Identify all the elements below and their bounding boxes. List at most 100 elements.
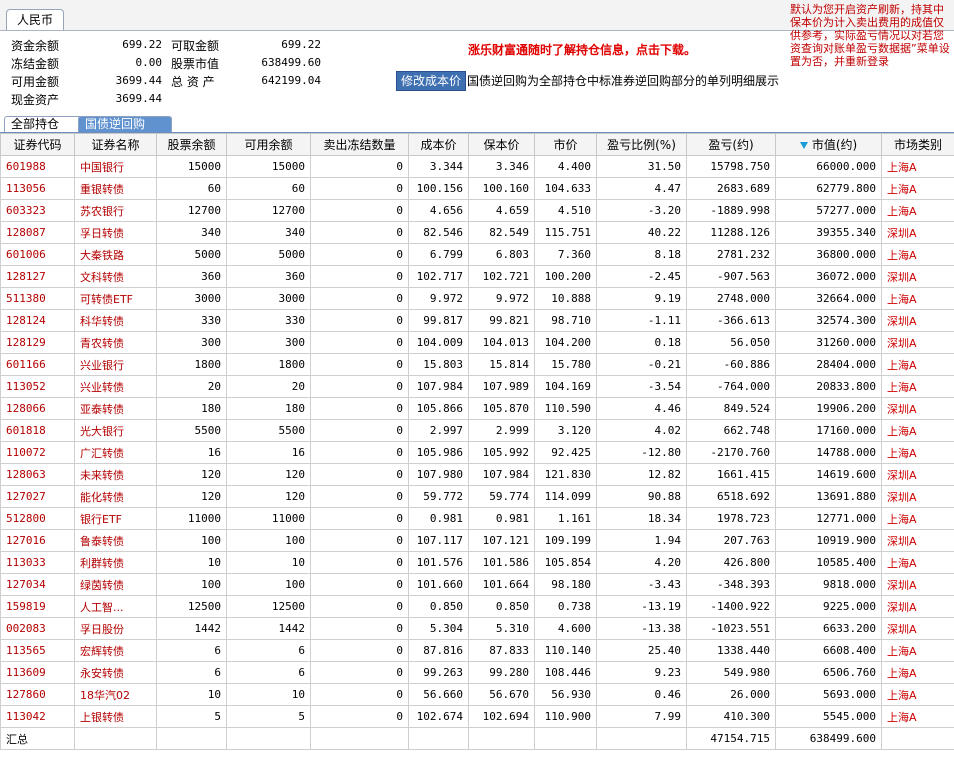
table-row[interactable]: 113565 宏辉转债 6 6 0 87.816 87.833 110.140 25.40 133…	[0, 639, 954, 662]
market-type: 深圳A	[881, 617, 954, 640]
market-type: 深圳A	[881, 595, 954, 618]
table-row[interactable]: 601006 大秦铁路 5000 5000 0 6.799 6.803 7.360 8.18 27…	[0, 243, 954, 266]
market-value: 62779.800	[775, 177, 882, 200]
market-price: 7.360	[534, 243, 597, 266]
table-row[interactable]: 128063 未来转债 120 120 0 107.980 107.984 121.830 12…	[0, 463, 954, 486]
tab-all-holdings[interactable]: 全部持仓	[4, 116, 88, 132]
pnl-amount: 849.524	[686, 397, 776, 420]
col-header-pnl[interactable]: 盈亏(约)	[686, 133, 776, 156]
table-row[interactable]: 601166 兴业银行 1800 1800 0 15.803 15.814 15.780 -0.…	[0, 353, 954, 376]
table-row[interactable]: 002083 孚日股份 1442 1442 0 5.304 5.310 4.600 -13.38…	[0, 617, 954, 640]
pnl-amount: 662.748	[686, 419, 776, 442]
table-row[interactable]: 127027 能化转债 120 120 0 59.772 59.774 114.099 90.8…	[0, 485, 954, 508]
cash-balance-label: 资金余额	[11, 39, 60, 53]
table-row[interactable]: 601988 中国银行 15000 15000 0 3.344 3.346 4.400 31.5…	[0, 155, 954, 178]
available-balance: 6	[226, 639, 311, 662]
market-type: 上海A	[881, 705, 954, 728]
security-code: 127016	[0, 529, 75, 552]
pnl-percent: -0.21	[596, 353, 687, 376]
table-row[interactable]: 113052 兴业转债 20 20 0 107.984 107.989 104.169 -3.5…	[0, 375, 954, 398]
col-header-market[interactable]: 市场类别	[881, 133, 954, 156]
table-row[interactable]: 127034 绿茵转债 100 100 0 101.660 101.664 98.180 -3.…	[0, 573, 954, 596]
pnl-amount: 15798.750	[686, 155, 776, 178]
sell-frozen-qty: 0	[310, 243, 409, 266]
security-code: 113565	[0, 639, 75, 662]
app-download-link[interactable]: 涨乐财富通随时了解持仓信息，点击下载。	[468, 41, 696, 58]
market-price: 104.169	[534, 375, 597, 398]
market-value: 6506.760	[775, 661, 882, 684]
sell-frozen-qty: 0	[310, 287, 409, 310]
col-header-pnl-pct[interactable]: 盈亏比例(%)	[596, 133, 687, 156]
tab-treasury-repo[interactable]: 国债逆回购	[78, 116, 172, 132]
table-row[interactable]: 128129 青农转债 300 300 0 104.009 104.013 104.200 0.…	[0, 331, 954, 354]
market-value: 13691.880	[775, 485, 882, 508]
market-type: 上海A	[881, 375, 954, 398]
col-header-market-value[interactable]: 市值(约)	[775, 133, 882, 156]
security-name: 孚日转债	[74, 221, 157, 244]
table-row[interactable]: 128124 科华转债 330 330 0 99.817 99.821 98.710 -1.11…	[0, 309, 954, 332]
col-header-name[interactable]: 证券名称	[74, 133, 157, 156]
cost-price: 82.546	[408, 221, 469, 244]
pnl-amount: -60.886	[686, 353, 776, 376]
breakeven-price: 0.850	[468, 595, 535, 618]
market-type: 深圳A	[881, 265, 954, 288]
pnl-amount: -1889.998	[686, 199, 776, 222]
cost-price: 5.304	[408, 617, 469, 640]
table-row[interactable]: 128087 孚日转债 340 340 0 82.546 82.549 115.751 40.2…	[0, 221, 954, 244]
table-row[interactable]: 603323 苏农银行 12700 12700 0 4.656 4.659 4.510 -3.2…	[0, 199, 954, 222]
market-value: 32664.000	[775, 287, 882, 310]
breakeven-price: 107.121	[468, 529, 535, 552]
table-row[interactable]: 127016 鲁泰转债 100 100 0 107.117 107.121 109.199 1.…	[0, 529, 954, 552]
pnl-percent: 4.46	[596, 397, 687, 420]
market-price: 10.888	[534, 287, 597, 310]
market-price: 115.751	[534, 221, 597, 244]
refresh-notice: 默认为您开启资产刷新，持其中保本价为计入卖出费用的成值仅供参考，实际盈亏情况以对…	[790, 3, 950, 68]
table-row[interactable]: 159819 人工智... 12500 12500 0 0.850 0.850 0.738 -1…	[0, 595, 954, 618]
total-pnl: 47154.715	[686, 727, 776, 750]
sell-frozen-qty: 0	[310, 375, 409, 398]
col-header-price[interactable]: 市价	[534, 133, 597, 156]
table-row[interactable]: 128066 亚泰转债 180 180 0 105.866 105.870 110.590 4.…	[0, 397, 954, 420]
table-row[interactable]: 511380 可转债ETF 3000 3000 0 9.972 9.972 10.888 9.1…	[0, 287, 954, 310]
available-balance: 180	[226, 397, 311, 420]
market-value: 14619.600	[775, 463, 882, 486]
pnl-amount: 1661.415	[686, 463, 776, 486]
table-row[interactable]: 113056 重银转债 60 60 0 100.156 100.160 104.633 4.47…	[0, 177, 954, 200]
breakeven-price: 0.981	[468, 507, 535, 530]
pnl-amount: 426.800	[686, 551, 776, 574]
available-balance: 340	[226, 221, 311, 244]
col-header-balance[interactable]: 股票余额	[156, 133, 227, 156]
col-header-code[interactable]: 证券代码	[0, 133, 75, 156]
pnl-amount: 410.300	[686, 705, 776, 728]
security-code: 113033	[0, 551, 75, 574]
col-header-breakeven[interactable]: 保本价	[468, 133, 535, 156]
col-header-available[interactable]: 可用余额	[226, 133, 311, 156]
table-row[interactable]: 113609 永安转债 6 6 0 99.263 99.280 108.446 9.23 549.…	[0, 661, 954, 684]
table-row[interactable]: 512800 银行ETF 11000 11000 0 0.981 0.981 1.161 18.…	[0, 507, 954, 530]
table-row[interactable]: 113033 利群转债 10 10 0 101.576 101.586 105.854 4.20…	[0, 551, 954, 574]
cost-price: 107.980	[408, 463, 469, 486]
available-balance: 100	[226, 573, 311, 596]
available-balance: 5000	[226, 243, 311, 266]
table-row[interactable]: 127860 18华汽02 10 10 0 56.660 56.670 56.930 0.46 2…	[0, 683, 954, 706]
table-row[interactable]: 113042 上银转债 5 5 0 102.674 102.694 110.900 7.99 41…	[0, 705, 954, 728]
stock-balance: 20	[156, 375, 227, 398]
breakeven-price: 102.721	[468, 265, 535, 288]
pnl-percent: 18.34	[596, 507, 687, 530]
pnl-percent: 9.19	[596, 287, 687, 310]
table-row[interactable]: 128127 文科转债 360 360 0 102.717 102.721 100.200 -2…	[0, 265, 954, 288]
sell-frozen-qty: 0	[310, 265, 409, 288]
modify-cost-button[interactable]: 修改成本价	[396, 71, 467, 91]
withdrawable-value: 699.22	[281, 38, 321, 51]
table-row[interactable]: 110072 广汇转债 16 16 0 105.986 105.992 92.425 -12.8…	[0, 441, 954, 464]
pnl-amount: -366.613	[686, 309, 776, 332]
table-row[interactable]: 601818 光大银行 5500 5500 0 2.997 2.999 3.120 4.02 66…	[0, 419, 954, 442]
col-header-frozen[interactable]: 卖出冻结数量	[310, 133, 409, 156]
col-header-cost[interactable]: 成本价	[408, 133, 469, 156]
pnl-percent: 7.99	[596, 705, 687, 728]
pnl-amount: 207.763	[686, 529, 776, 552]
market-price: 15.780	[534, 353, 597, 376]
currency-tab-rmb[interactable]: 人民币	[6, 9, 65, 30]
stock-balance: 15000	[156, 155, 227, 178]
security-code: 002083	[0, 617, 75, 640]
